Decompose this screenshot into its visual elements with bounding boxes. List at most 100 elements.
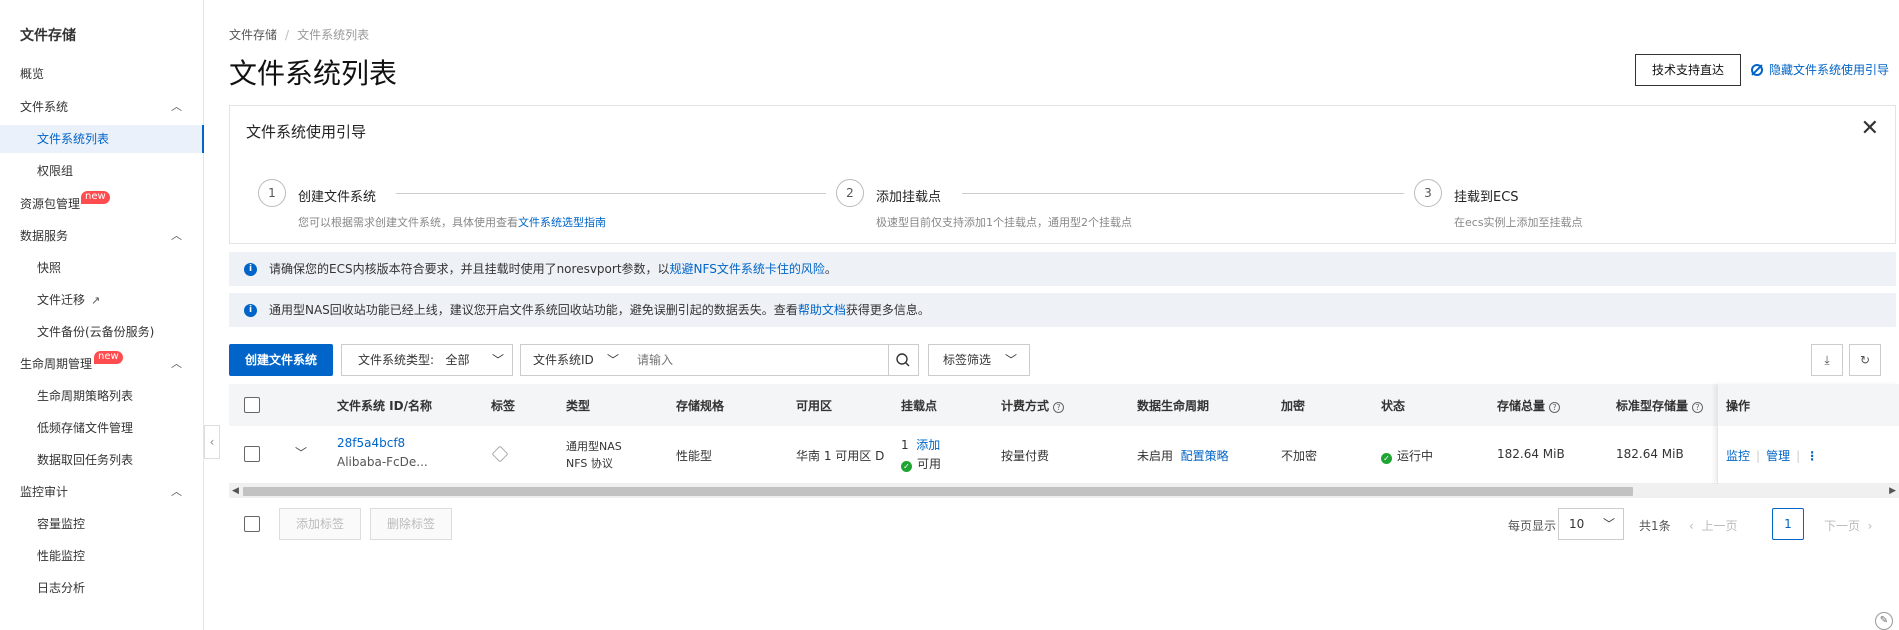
refresh-button[interactable]: ↻ xyxy=(1849,344,1881,376)
chevron-right-icon: › xyxy=(1867,519,1873,533)
footer-select-all-checkbox[interactable] xyxy=(244,516,260,532)
col-standard-storage: 标准型存储量? xyxy=(1616,397,1704,414)
remove-tag-button[interactable]: 删除标签 xyxy=(370,508,452,540)
external-link-icon: ↗ xyxy=(91,294,101,307)
breadcrumb-current: 文件系统列表 xyxy=(297,28,370,42)
download-icon: ⤓ xyxy=(1824,353,1830,367)
hide-guide-link[interactable]: 隐藏文件系统使用引导 xyxy=(1751,61,1889,78)
table-header: 文件系统 ID/名称 标签 类型 存储规格 可用区 挂载点 计费方式? 数据生命… xyxy=(229,384,1899,426)
selection-guide-link[interactable]: 文件系统选型指南 xyxy=(518,216,606,229)
sidebar-title: 文件存储 xyxy=(20,28,76,44)
chevron-up-icon: ︿ xyxy=(171,229,182,242)
help-icon[interactable]: ? xyxy=(1692,402,1704,413)
notice-ecs-kernel: i 请确保您的ECS内核版本符合要求，并且挂载时使用了noresvport参数，… xyxy=(229,252,1896,286)
check-icon: ✓ xyxy=(1381,453,1392,464)
col-type: 类型 xyxy=(566,399,591,413)
step-connector xyxy=(396,193,826,194)
tag-icon[interactable] xyxy=(491,445,509,463)
col-zone: 可用区 xyxy=(796,399,833,413)
scroll-right-icon[interactable]: ▶ xyxy=(1889,484,1896,498)
sidebar-collapse-button[interactable]: ‹ xyxy=(204,425,220,459)
chevron-left-icon: ‹ xyxy=(1689,519,1694,533)
page-size-select[interactable]: 10 ﹀ xyxy=(1558,508,1624,540)
sidebar-item-resource-package[interactable]: 资源包管理 new xyxy=(0,190,204,218)
col-billing: 计费方式? xyxy=(1001,397,1065,414)
step-connector xyxy=(962,193,1404,194)
chevron-down-icon: ﹀ xyxy=(1602,517,1615,531)
sidebar-item-file-backup[interactable]: 文件备份(云备份服务) xyxy=(0,318,204,346)
create-file-system-button[interactable]: 创建文件系统 xyxy=(229,344,333,376)
sidebar-item-file-migration[interactable]: 文件迁移 ↗ xyxy=(0,286,204,314)
page-size-label: 每页显示 xyxy=(1508,519,1557,533)
sidebar-item-file-system-list[interactable]: 文件系统列表 xyxy=(0,125,204,153)
help-icon[interactable]: ? xyxy=(1549,402,1561,413)
sidebar-item-capacity-monitor[interactable]: 容量监控 xyxy=(0,510,204,538)
refresh-icon: ↻ xyxy=(1859,353,1871,367)
search-icon xyxy=(896,353,910,367)
file-system-id-link[interactable]: 28f5a4bcf8 xyxy=(337,436,405,450)
sidebar-group-lifecycle[interactable]: 生命周期管理 new ︿ xyxy=(0,350,204,378)
search-field-select[interactable]: 文件系统ID ﹀ xyxy=(520,344,628,376)
file-system-type-select[interactable]: 文件系统类型: 全部 ﹀ xyxy=(341,344,513,376)
page-1-button[interactable]: 1 xyxy=(1772,508,1804,540)
sidebar: 文件存储 概览 文件系统 ︿ 文件系统列表 权限组 资源包管理 new 数据服务 ︿ … xyxy=(0,0,204,630)
sidebar-item-overview[interactable]: 概览 xyxy=(0,60,204,88)
chevron-up-icon: ︿ xyxy=(171,357,182,370)
add-tag-button[interactable]: 添加标签 xyxy=(279,508,361,540)
page-title: 文件系统列表 xyxy=(229,57,398,90)
sidebar-item-performance-monitor[interactable]: 性能监控 xyxy=(0,542,204,570)
scrollbar-thumb[interactable] xyxy=(243,487,1633,496)
sidebar-item-lifecycle-policy[interactable]: 生命周期策略列表 xyxy=(0,382,204,410)
sidebar-item-ia-storage[interactable]: 低频存储文件管理 xyxy=(0,414,204,442)
prev-page-button[interactable]: ‹ 上一页 xyxy=(1689,517,1737,534)
usage-guide-panel: 文件系统使用引导 ✕ 1 创建文件系统 您可以根据需求创建文件系统，具体使用查看… xyxy=(229,105,1896,244)
table-row: ﹀ 28f5a4bcf8 Alibaba-FcDe... 通用型NAS NFS … xyxy=(229,426,1899,484)
row-checkbox[interactable] xyxy=(244,446,260,462)
col-lifecycle: 数据生命周期 xyxy=(1137,399,1210,413)
download-button[interactable]: ⤓ xyxy=(1811,344,1843,376)
col-encryption: 加密 xyxy=(1281,399,1306,413)
col-tags: 标签 xyxy=(491,399,516,413)
info-icon: i xyxy=(244,263,257,276)
info-icon: i xyxy=(244,304,257,317)
tag-filter-button[interactable]: 标签筛选 ﹀ xyxy=(928,344,1030,376)
close-icon[interactable]: ✕ xyxy=(1861,116,1879,141)
help-doc-link[interactable]: 帮助文档 xyxy=(798,303,846,317)
file-system-name: Alibaba-FcDe... xyxy=(337,455,428,469)
new-badge: new xyxy=(94,351,123,364)
sidebar-group-file-system[interactable]: 文件系统 ︿ xyxy=(0,93,204,121)
search-button[interactable] xyxy=(889,344,919,376)
horizontal-scrollbar[interactable]: ◀ ▶ xyxy=(229,484,1899,498)
status-badge: ✓ 运行中 xyxy=(1381,447,1433,464)
help-icon[interactable]: ? xyxy=(1053,402,1065,413)
check-icon: ✓ xyxy=(901,461,912,472)
next-page-button[interactable]: 下一页 › xyxy=(1824,517,1872,534)
sidebar-item-log-analysis[interactable]: 日志分析 xyxy=(0,574,204,602)
sidebar-item-permission-group[interactable]: 权限组 xyxy=(0,157,204,185)
add-mount-link[interactable]: 添加 xyxy=(916,438,940,452)
notice-recycle-bin: i 通用型NAS回收站功能已经上线，建议您开启文件系统回收站功能，避免误删引起的… xyxy=(229,293,1896,327)
config-policy-link[interactable]: 配置策略 xyxy=(1181,449,1229,463)
chevron-down-icon: ﹀ xyxy=(606,353,619,367)
col-status: 状态 xyxy=(1381,399,1406,413)
new-badge: new xyxy=(81,191,110,204)
total-count: 共1条 xyxy=(1639,519,1671,533)
chevron-down-icon: ﹀ xyxy=(1004,353,1017,367)
tech-support-button[interactable]: 技术支持直达 xyxy=(1635,54,1741,86)
sidebar-group-monitoring[interactable]: 监控审计 ︿ xyxy=(0,478,204,506)
edit-icon[interactable]: ✎ xyxy=(1875,612,1893,630)
scroll-left-icon[interactable]: ◀ xyxy=(232,484,239,498)
eye-off-icon xyxy=(1751,64,1763,76)
main-content: 文件存储 / 文件系统列表 文件系统列表 技术支持直达 隐藏文件系统使用引导 文件系… xyxy=(229,0,1899,630)
sidebar-item-snapshot[interactable]: 快照 xyxy=(0,254,204,282)
col-spec: 存储规格 xyxy=(676,399,725,413)
actions-column-shadow xyxy=(1717,384,1899,484)
chevron-down-icon: ﹀ xyxy=(491,353,504,367)
sidebar-item-data-retrieval[interactable]: 数据取回任务列表 xyxy=(0,446,204,474)
select-all-checkbox[interactable] xyxy=(244,397,260,413)
nfs-risk-link[interactable]: 规避NFS文件系统卡住的风险 xyxy=(670,262,825,276)
search-input[interactable] xyxy=(627,344,889,376)
sidebar-group-data-service[interactable]: 数据服务 ︿ xyxy=(0,222,204,250)
breadcrumb-root[interactable]: 文件存储 xyxy=(229,28,277,42)
expand-row-icon[interactable]: ﹀ xyxy=(295,444,307,461)
